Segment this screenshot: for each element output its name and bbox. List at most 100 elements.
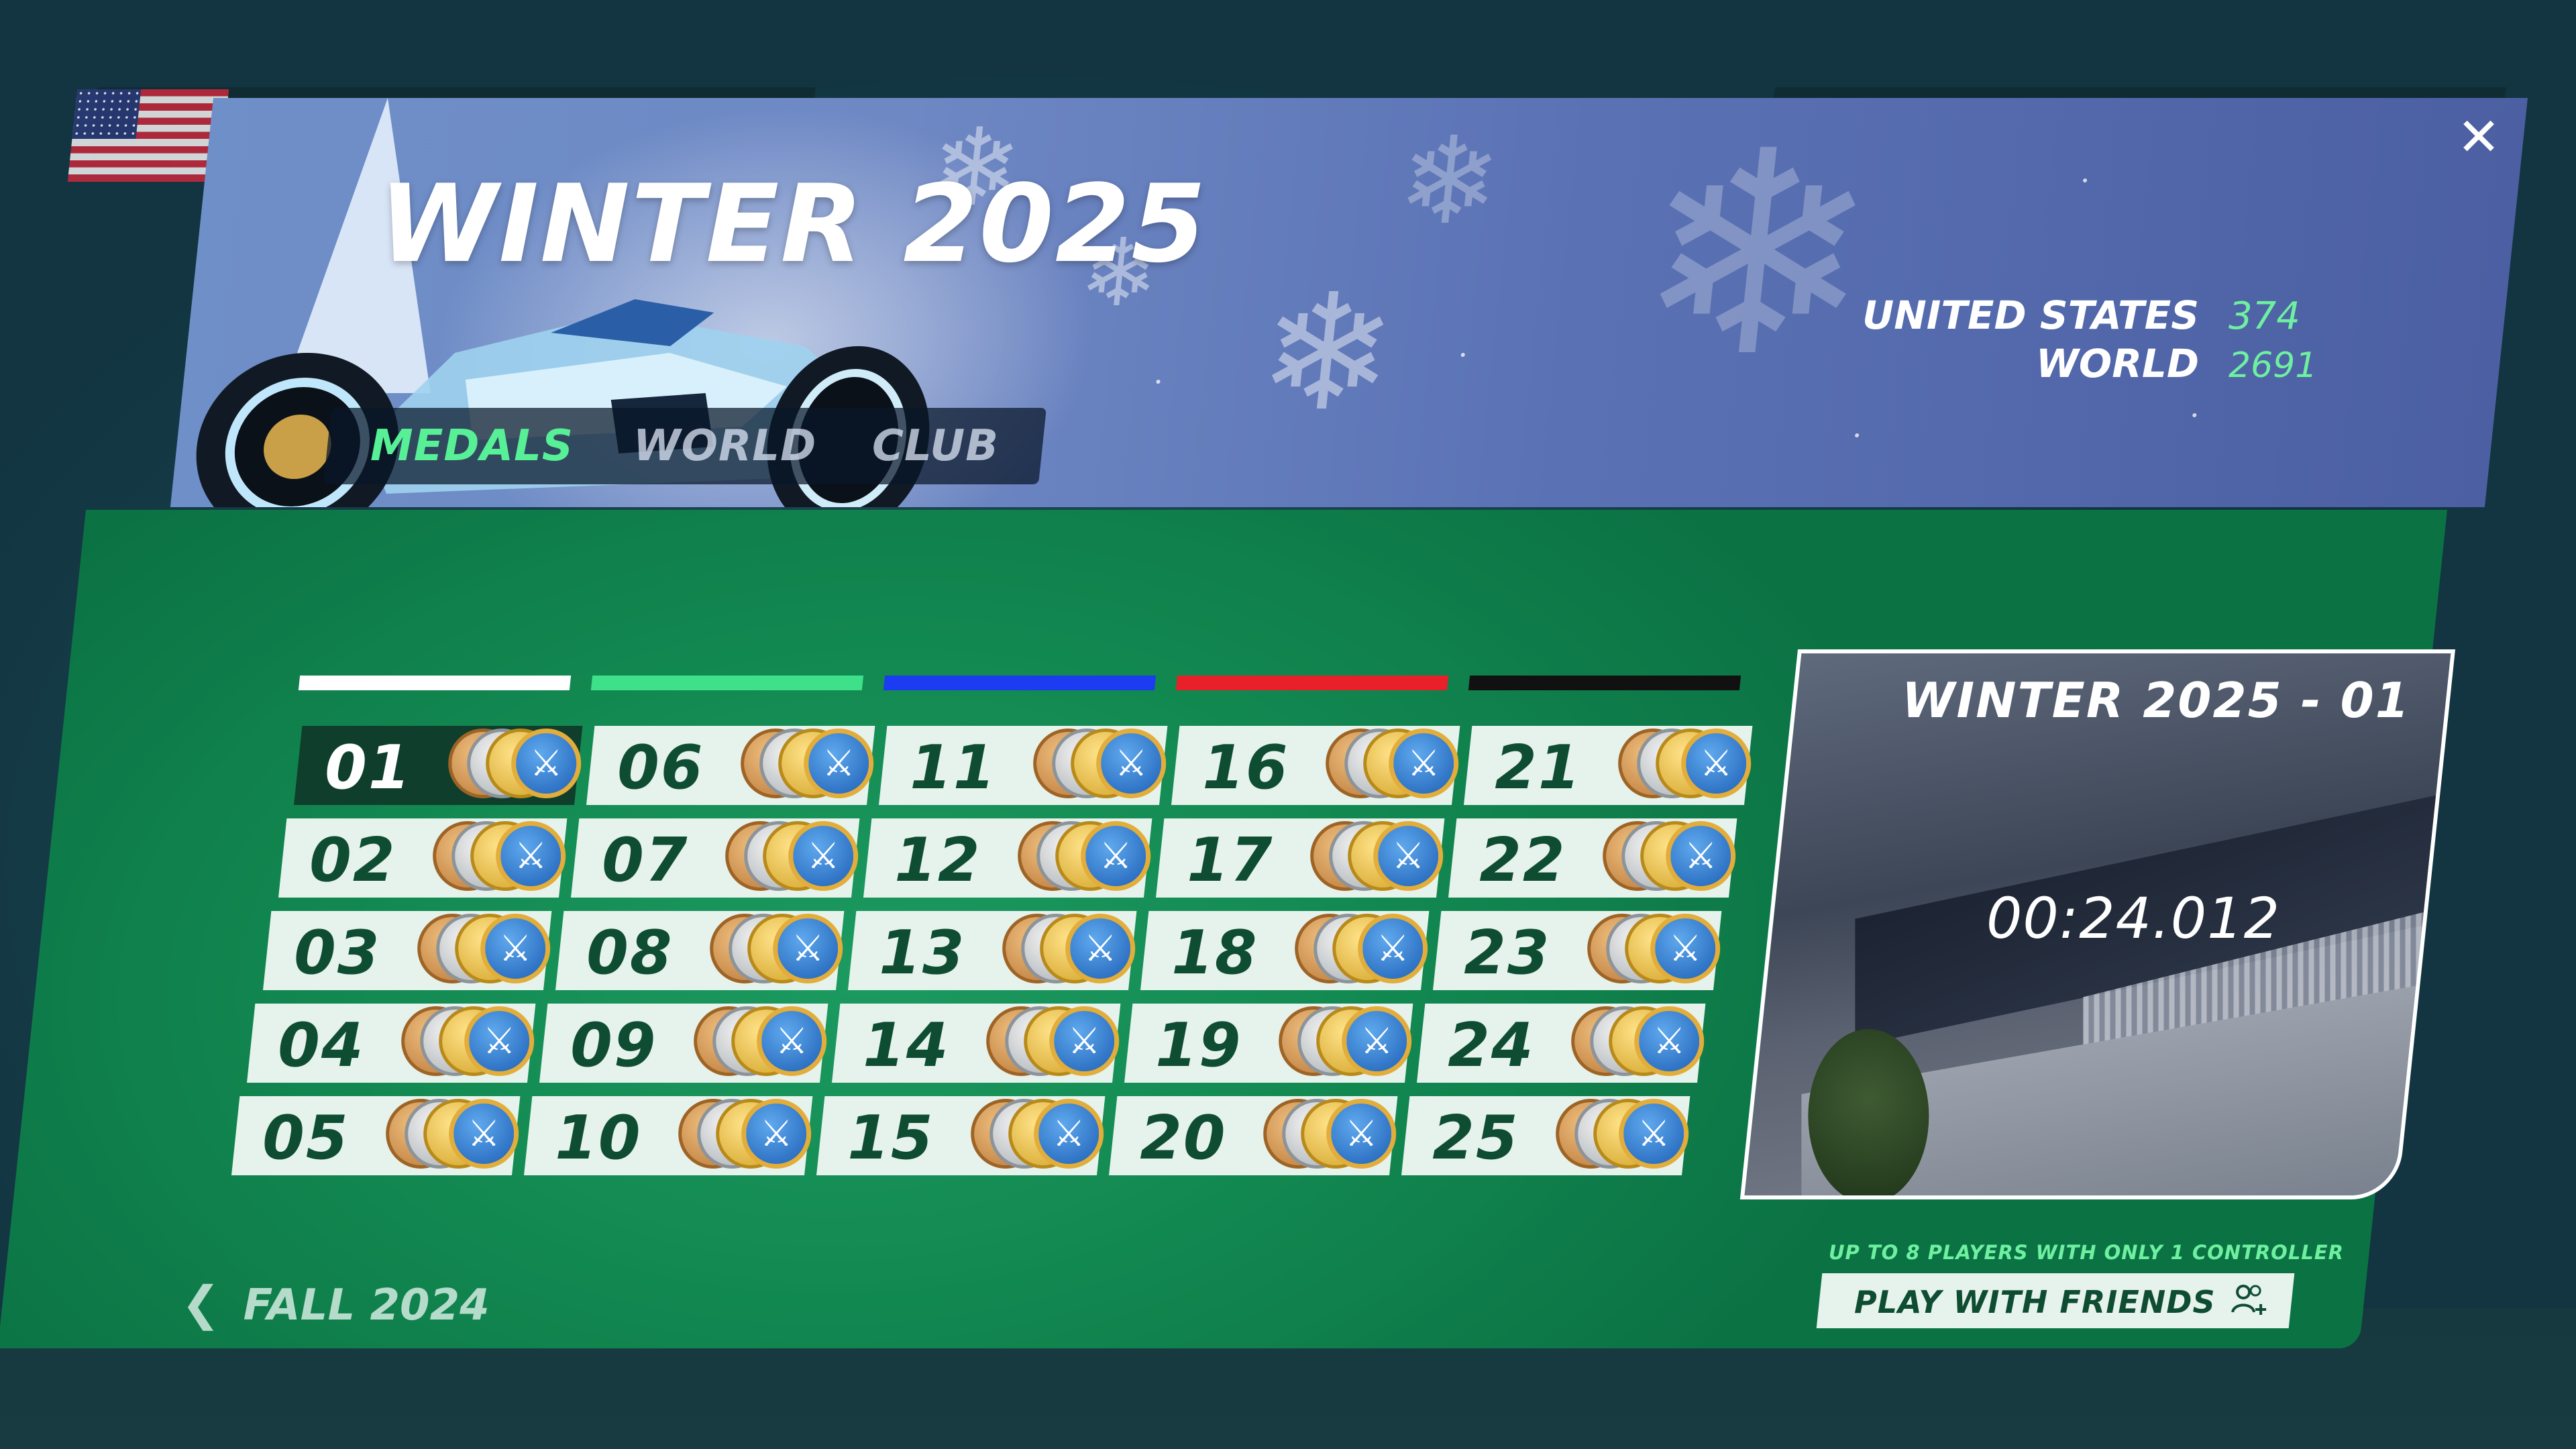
- author-medal-icon: ⚔: [788, 821, 858, 891]
- track-cell-08[interactable]: 08 ⚔: [555, 911, 844, 990]
- snow-dot: [2082, 178, 2088, 182]
- close-icon[interactable]: ✕: [2455, 111, 2502, 164]
- author-medal-icon: ⚔: [1080, 821, 1150, 891]
- track-cell-06[interactable]: 06 ⚔: [586, 726, 875, 805]
- snow-dot: [1460, 353, 1466, 357]
- track-number: 10: [555, 1103, 642, 1173]
- author-medal-icon: ⚔: [511, 729, 582, 798]
- track-number: 18: [1171, 918, 1258, 988]
- medal-stack: ⚔: [1602, 821, 1743, 895]
- track-cell-02[interactable]: 02 ⚔: [278, 818, 568, 898]
- medal-stack: ⚔: [1279, 1006, 1420, 1080]
- tab-medals[interactable]: MEDALS: [370, 408, 574, 484]
- track-cell-24[interactable]: 24 ⚔: [1417, 1004, 1706, 1083]
- season-title: WINTER 2025: [379, 161, 1208, 286]
- author-medal-icon: ⚔: [464, 1006, 535, 1076]
- track-cell-07[interactable]: 07 ⚔: [570, 818, 860, 898]
- track-cell-10[interactable]: 10 ⚔: [524, 1096, 813, 1175]
- medal-stack: ⚔: [1294, 914, 1436, 987]
- track-number: 11: [910, 733, 997, 803]
- author-medal-icon: ⚔: [1634, 1006, 1705, 1076]
- author-medal-icon: ⚔: [1665, 821, 1735, 891]
- track-cell-15[interactable]: 15 ⚔: [816, 1096, 1106, 1175]
- us-flag-icon: [67, 89, 229, 182]
- track-cell-22[interactable]: 22 ⚔: [1448, 818, 1737, 898]
- snowflake-icon: ❄: [1391, 111, 1507, 252]
- track-number: 19: [1155, 1010, 1242, 1081]
- track-cell-20[interactable]: 20 ⚔: [1109, 1096, 1398, 1175]
- track-cell-09[interactable]: 09 ⚔: [539, 1004, 828, 1083]
- track-number: 15: [847, 1103, 934, 1173]
- track-number: 09: [570, 1010, 657, 1081]
- author-medal-icon: ⚔: [772, 914, 843, 983]
- track-cell-14[interactable]: 14 ⚔: [832, 1004, 1121, 1083]
- preview-track-title: WINTER 2025 - 01: [1902, 672, 2410, 729]
- medal-stack: ⚔: [432, 821, 574, 895]
- track-number: 01: [325, 733, 412, 803]
- play-with-friends-button[interactable]: PLAY WITH FRIENDS: [1816, 1273, 2295, 1328]
- previous-season-button[interactable]: ❮ FALL 2024: [181, 1273, 490, 1334]
- snowflake-icon: ❄: [1250, 259, 1405, 447]
- ranking-country-label: UNITED STATES: [1862, 292, 2199, 338]
- medal-stack: ⚔: [1326, 729, 1466, 802]
- medal-stack: ⚔: [386, 1099, 527, 1173]
- medal-stack: ⚔: [694, 1006, 835, 1080]
- difficulty-color-bar: [1468, 676, 1741, 690]
- author-medal-icon: ⚔: [1389, 729, 1459, 798]
- difficulty-color-bar: [1175, 676, 1449, 690]
- medal-stack: ⚔: [741, 729, 881, 802]
- track-cell-13[interactable]: 13 ⚔: [847, 911, 1136, 990]
- ranking-world-value: 2691: [2229, 345, 2318, 386]
- track-number: 06: [617, 733, 704, 803]
- tab-world[interactable]: WORLD: [633, 408, 816, 484]
- author-medal-icon: ⚔: [1065, 914, 1135, 983]
- track-number: 07: [601, 825, 689, 896]
- snow-dot: [2192, 413, 2197, 417]
- author-medal-icon: ⚔: [1342, 1006, 1412, 1076]
- author-medal-icon: ⚔: [1650, 914, 1720, 983]
- track-cell-21[interactable]: 21 ⚔: [1464, 726, 1753, 805]
- track-cell-11[interactable]: 11 ⚔: [879, 726, 1168, 805]
- track-cell-16[interactable]: 16 ⚔: [1171, 726, 1460, 805]
- chevron-left-icon: ❮: [181, 1276, 221, 1331]
- medal-stack: ⚔: [1571, 1006, 1713, 1080]
- track-cell-05[interactable]: 05 ⚔: [231, 1096, 521, 1175]
- add-friends-icon: [2231, 1285, 2267, 1315]
- medal-stack: ⚔: [1017, 821, 1159, 895]
- leaderboard-tabs: MEDALS WORLD CLUB: [323, 408, 1046, 484]
- author-medal-icon: ⚔: [449, 1099, 519, 1169]
- track-number: 08: [586, 918, 674, 988]
- track-number: 24: [1448, 1010, 1535, 1081]
- medal-stack: ⚔: [1587, 914, 1728, 987]
- track-number: 17: [1186, 825, 1274, 896]
- medal-stack: ⚔: [1002, 914, 1143, 987]
- track-cell-17[interactable]: 17 ⚔: [1155, 818, 1445, 898]
- track-cell-18[interactable]: 18 ⚔: [1140, 911, 1429, 990]
- track-cell-04[interactable]: 04 ⚔: [247, 1004, 536, 1083]
- medal-stack: ⚔: [1618, 729, 1759, 802]
- medal-stack: ⚔: [1309, 821, 1451, 895]
- author-medal-icon: ⚔: [495, 821, 566, 891]
- track-cell-03[interactable]: 03 ⚔: [262, 911, 551, 990]
- track-cell-12[interactable]: 12 ⚔: [863, 818, 1152, 898]
- track-number: 02: [309, 825, 396, 896]
- medal-stack: ⚔: [417, 914, 558, 987]
- author-medal-icon: ⚔: [804, 729, 874, 798]
- author-medal-icon: ⚔: [757, 1006, 827, 1076]
- track-number: 04: [278, 1010, 365, 1081]
- difficulty-color-bar: [298, 676, 572, 690]
- track-number: 16: [1202, 733, 1289, 803]
- track-number: 23: [1463, 918, 1551, 988]
- track-number: 12: [894, 825, 981, 896]
- tab-club[interactable]: CLUB: [872, 408, 999, 484]
- track-cell-19[interactable]: 19 ⚔: [1124, 1004, 1413, 1083]
- difficulty-color-bar: [883, 676, 1157, 690]
- snowflake-icon: ❄: [1621, 98, 1892, 419]
- author-medal-icon: ⚔: [1619, 1099, 1689, 1169]
- author-medal-icon: ⚔: [1326, 1099, 1397, 1169]
- difficulty-color-bar: [590, 676, 864, 690]
- track-cell-01[interactable]: 01 ⚔: [294, 726, 583, 805]
- track-cell-25[interactable]: 25 ⚔: [1401, 1096, 1690, 1175]
- snow-dot: [1854, 433, 1860, 437]
- track-cell-23[interactable]: 23 ⚔: [1432, 911, 1721, 990]
